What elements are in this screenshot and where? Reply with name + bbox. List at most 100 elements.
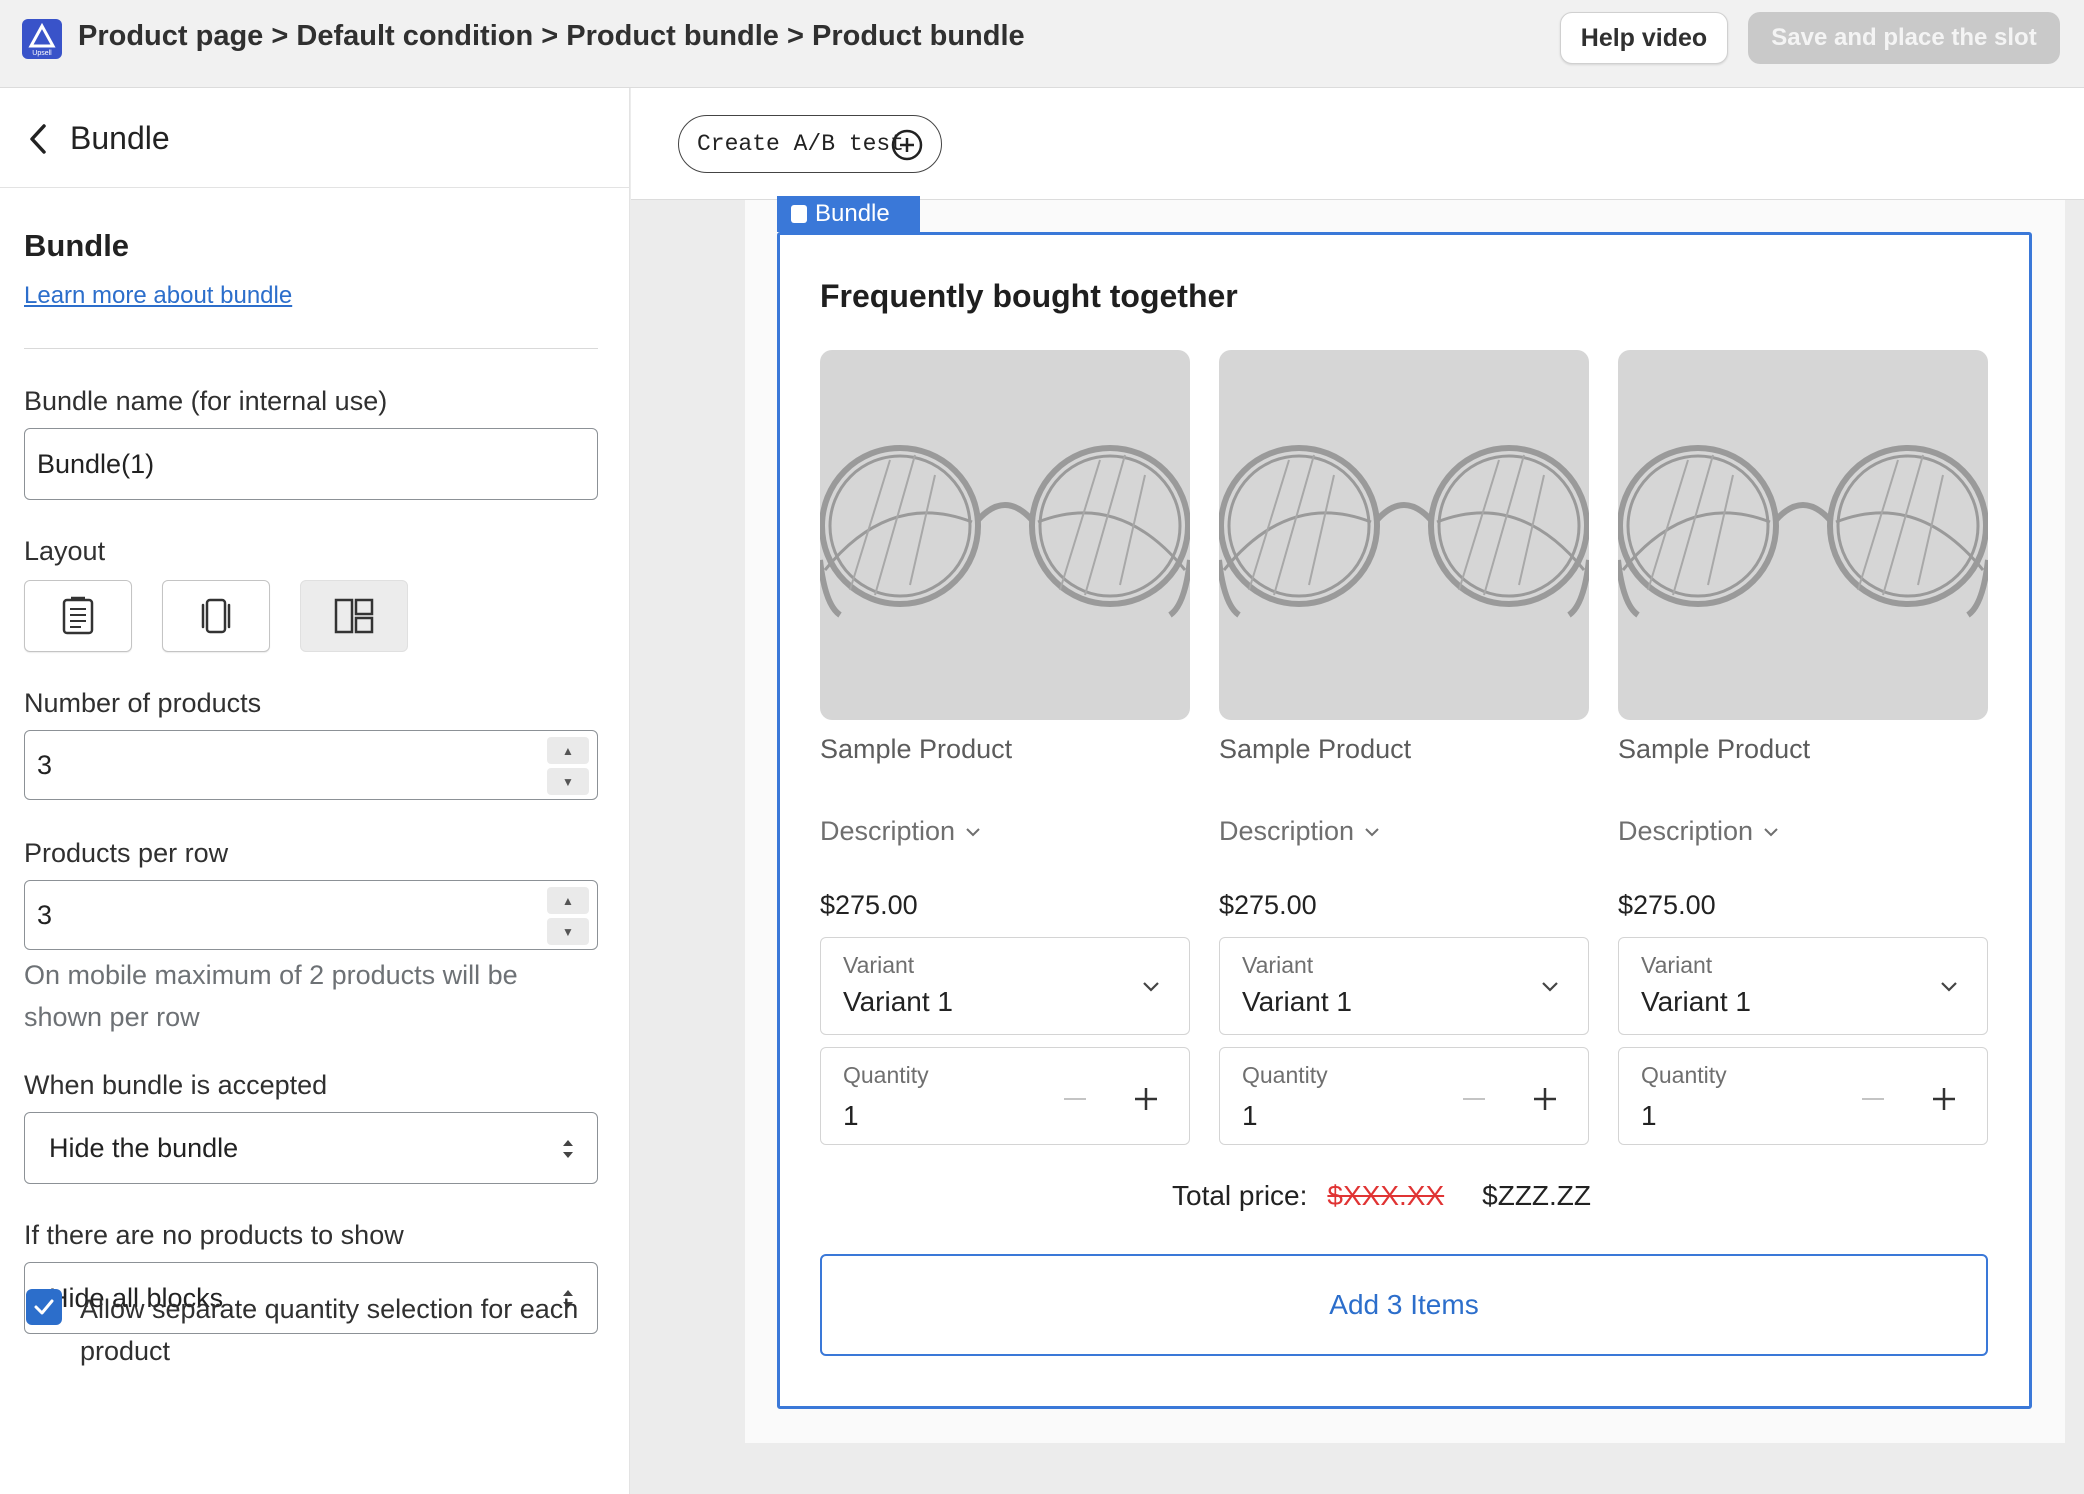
variant-select[interactable]: Variant Variant 1: [1618, 937, 1988, 1035]
product-price: $275.00: [820, 890, 918, 920]
grid-layout-icon: [334, 598, 374, 634]
allow-separate-quantity-label[interactable]: Allow separate quantity selection for ea…: [80, 1288, 600, 1372]
create-ab-test-button[interactable]: Create A/B test: [678, 115, 942, 173]
bundle-accepted-select[interactable]: Hide the bundle: [24, 1112, 598, 1184]
breadcrumb-item-current: Product bundle: [812, 20, 1025, 52]
chevron-down-icon: [1365, 827, 1379, 836]
breadcrumb-separator: >: [787, 20, 812, 52]
number-of-products-input[interactable]: 3 ▲ ▼: [24, 730, 598, 800]
quantity-stepper: Quantity 1: [1618, 1047, 1988, 1145]
list-layout-icon: [62, 596, 94, 635]
plus-circle-icon: [891, 129, 923, 161]
layout-grid-button[interactable]: [300, 580, 408, 652]
bundle-block-tag: Bundle: [777, 196, 920, 232]
product-price: $275.00: [1618, 890, 1716, 920]
chevron-down-icon: [1941, 982, 1957, 992]
help-video-button[interactable]: Help video: [1560, 12, 1728, 64]
increment-arrow-icon[interactable]: ▲: [547, 737, 589, 764]
variant-select[interactable]: Variant Variant 1: [1219, 937, 1589, 1035]
variant-label: Variant: [1242, 952, 1314, 978]
minus-icon[interactable]: [1862, 1098, 1884, 1100]
select-arrows-icon: [563, 1140, 573, 1158]
product-description-toggle[interactable]: Description: [820, 816, 981, 847]
save-and-place-button[interactable]: Save and place the slot: [1748, 12, 2060, 64]
bundle-accepted-value: Hide the bundle: [49, 1132, 239, 1163]
breadcrumb-separator: >: [541, 20, 567, 52]
bundle-accepted-label: When bundle is accepted: [24, 1070, 328, 1100]
no-products-label: If there are no products to show: [24, 1220, 404, 1250]
minus-icon[interactable]: [1064, 1098, 1086, 1100]
product-description-toggle[interactable]: Description: [1618, 816, 1779, 847]
plus-icon[interactable]: [1133, 1086, 1159, 1112]
number-of-products-label: Number of products: [24, 688, 262, 718]
layout-carousel-button[interactable]: [162, 580, 270, 652]
decrement-arrow-icon[interactable]: ▼: [547, 768, 589, 795]
total-price-new: $ZZZ.ZZ: [1482, 1180, 1592, 1211]
chevron-down-icon: [1542, 982, 1558, 992]
breadcrumb: Product page > Default condition > Produ…: [78, 20, 1025, 53]
variant-label: Variant: [1641, 952, 1713, 978]
chevron-down-icon: [1143, 982, 1159, 992]
product-image: [1618, 350, 1988, 720]
variant-label: Variant: [843, 952, 915, 978]
add-items-button[interactable]: Add 3 Items: [820, 1254, 1988, 1356]
breadcrumb-item[interactable]: Product bundle: [566, 20, 779, 52]
settings-sidebar: Bundle Bundle Learn more about bundle Bu…: [0, 88, 630, 1494]
number-stepper[interactable]: ▲ ▼: [547, 737, 589, 795]
sidebar-header: Bundle: [0, 88, 630, 188]
quantity-label: Quantity: [1242, 1062, 1328, 1088]
bundle-name-label: Bundle name (for internal use): [24, 386, 388, 416]
variant-select[interactable]: Variant Variant 1: [820, 937, 1190, 1035]
breadcrumb-item[interactable]: Default condition: [296, 20, 533, 52]
total-price: Total price: $XXX.XX $ZZZ.ZZ: [1172, 1180, 1591, 1212]
top-bar: Upsell Product page > Default condition …: [0, 0, 2084, 88]
sidebar-title: Bundle: [70, 120, 170, 156]
quantity-stepper: Quantity 1: [820, 1047, 1190, 1145]
learn-more-link[interactable]: Learn more about bundle: [24, 282, 292, 310]
bundle-heading: Frequently bought together: [820, 278, 1238, 314]
product-name: Sample Product: [1618, 734, 1811, 764]
description-label: Description: [1219, 816, 1355, 846]
chevron-down-icon: [1764, 827, 1778, 836]
quantity-value[interactable]: 1: [1641, 1100, 1657, 1132]
chevron-down-icon: [966, 827, 980, 836]
layout-label: Layout: [24, 536, 106, 566]
variant-value: Variant 1: [1641, 986, 1751, 1017]
total-price-label: Total price:: [1172, 1180, 1308, 1211]
plus-icon[interactable]: [1532, 1086, 1558, 1112]
carousel-layout-icon: [201, 598, 231, 634]
quantity-label: Quantity: [1641, 1062, 1727, 1088]
total-price-old: $XXX.XX: [1327, 1180, 1445, 1211]
quantity-value[interactable]: 1: [843, 1100, 859, 1132]
product-price: $275.00: [1219, 890, 1317, 920]
number-stepper[interactable]: ▲ ▼: [547, 887, 589, 945]
back-arrow-icon[interactable]: [24, 122, 52, 156]
product-name: Sample Product: [820, 734, 1013, 764]
bundle-name-input[interactable]: Bundle(1): [24, 428, 598, 500]
per-row-help-text: On mobile maximum of 2 products will be …: [24, 960, 518, 1032]
ab-test-label: Create A/B test: [697, 131, 905, 157]
divider: [24, 348, 598, 349]
breadcrumb-item[interactable]: Product page: [78, 20, 263, 52]
products-per-row-value: 3: [37, 899, 53, 930]
minus-icon[interactable]: [1463, 1098, 1485, 1100]
products-per-row-input[interactable]: 3 ▲ ▼: [24, 880, 598, 950]
products-per-row-label: Products per row: [24, 838, 229, 868]
allow-separate-quantity-checkbox[interactable]: [26, 1289, 62, 1325]
quantity-label: Quantity: [843, 1062, 929, 1088]
section-title: Bundle: [24, 228, 130, 263]
plus-icon[interactable]: [1931, 1086, 1957, 1112]
product-description-toggle[interactable]: Description: [1219, 816, 1380, 847]
bundle-tag-label: Bundle: [815, 200, 890, 227]
product-name: Sample Product: [1219, 734, 1412, 764]
decrement-arrow-icon[interactable]: ▼: [547, 918, 589, 945]
breadcrumb-separator: >: [271, 20, 297, 52]
description-label: Description: [820, 816, 956, 846]
quantity-value[interactable]: 1: [1242, 1100, 1258, 1132]
increment-arrow-icon[interactable]: ▲: [547, 887, 589, 914]
layout-list-button[interactable]: [24, 580, 132, 652]
variant-value: Variant 1: [843, 986, 953, 1017]
product-image: [1219, 350, 1589, 720]
number-of-products-value: 3: [37, 749, 53, 780]
description-label: Description: [1618, 816, 1754, 846]
